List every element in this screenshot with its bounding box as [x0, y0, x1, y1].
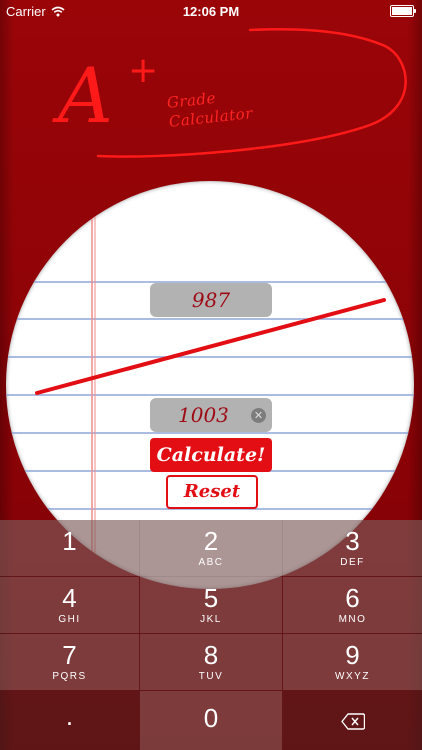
key-2-digit: 2: [203, 526, 219, 556]
key-8[interactable]: 8 TUV: [140, 634, 282, 690]
key-6-digit: 6: [345, 583, 360, 613]
key-7[interactable]: 7 PQRS: [0, 634, 139, 690]
key-7-letters: PQRS: [52, 671, 87, 682]
points-possible-value: 1003: [178, 403, 229, 427]
logo-plus: +: [128, 50, 158, 91]
key-8-digit: 8: [203, 640, 219, 670]
key-decimal-label: .: [65, 701, 74, 731]
key-4-digit: 4: [62, 583, 77, 613]
key-3[interactable]: 3 DEF: [283, 520, 422, 576]
key-5-digit: 5: [203, 583, 219, 613]
key-7-digit: 7: [62, 640, 77, 670]
points-earned-value: 987: [191, 288, 231, 312]
app-logo: A + Grade Calculator: [0, 0, 422, 180]
key-2[interactable]: 2 ABC: [140, 520, 282, 576]
calculate-button[interactable]: Calculate!: [150, 438, 272, 472]
key-2-letters: ABC: [198, 557, 224, 568]
key-0[interactable]: 0: [140, 691, 282, 750]
key-1-digit: 1: [62, 526, 77, 556]
key-decimal[interactable]: .: [0, 691, 139, 750]
points-earned-input[interactable]: 987: [150, 283, 272, 317]
key-3-letters: DEF: [340, 557, 365, 568]
key-4[interactable]: 4 GHI: [0, 577, 139, 633]
key-4-letters: GHI: [58, 614, 81, 625]
key-5-letters: JKL: [200, 614, 222, 625]
key-5[interactable]: 5 JKL: [140, 577, 282, 633]
key-9-letters: WXYZ: [335, 671, 370, 682]
reset-button[interactable]: Reset: [166, 475, 258, 509]
key-8-letters: TUV: [198, 671, 224, 682]
key-9[interactable]: 9 WXYZ: [283, 634, 422, 690]
key-6[interactable]: 6 MNO: [283, 577, 422, 633]
key-9-digit: 9: [345, 640, 360, 670]
key-1[interactable]: 1: [0, 520, 139, 576]
points-possible-input[interactable]: 1003 ✕: [150, 398, 272, 432]
key-6-letters: MNO: [338, 614, 367, 625]
clear-icon[interactable]: ✕: [251, 408, 266, 423]
key-backspace[interactable]: [283, 691, 422, 750]
logo-a-letter: A: [52, 51, 113, 140]
backspace-icon: [341, 713, 365, 730]
key-0-digit: 0: [203, 703, 219, 733]
numeric-keypad: 1 2 ABC 3 DEF 4 GHI 5 JKL 6 MNO 7 PQRS 8…: [0, 520, 422, 750]
key-3-digit: 3: [345, 526, 360, 556]
